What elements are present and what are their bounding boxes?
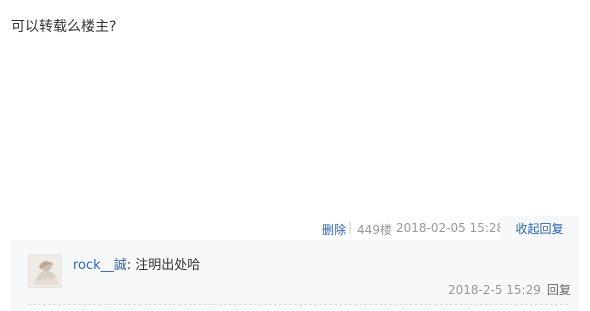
user-avatar-icon[interactable] [28,254,62,288]
post-time: 2018-02-05 15:28 [396,221,505,235]
floor-number: 449楼 [357,223,392,237]
collapse-reply-button[interactable]: 收起回复 [500,216,579,242]
tail-separator: | [348,220,353,234]
reply-time: 2018-2-5 15:29 [448,283,541,297]
delete-link[interactable]: 删除 [322,221,346,238]
reply-item: rock__誠: 注明出处哈 2018-2-5 15:29 回复 [28,254,579,311]
reply-meta: 2018-2-5 15:29 回复 [448,281,571,298]
reply-colon: : [126,258,136,273]
post-content: 可以转载么楼主? [11,19,117,35]
reply-text: rock__誠: 注明出处哈 [73,257,200,275]
avatar-image [29,255,61,287]
post-floor: 可以转载么楼主? 删除 | 449楼 2018-02-05 15:28 收起回复… [0,0,590,311]
reply-divider [28,304,568,305]
reply-panel: rock__誠: 注明出处哈 2018-2-5 15:29 回复 [11,240,579,311]
reply-button[interactable]: 回复 [547,283,571,297]
reply-content: 注明出处哈 [135,258,201,273]
post-tail: 删除 | 449楼 2018-02-05 15:28 收起回复 [0,216,590,242]
reply-username[interactable]: rock__誠 [73,258,127,273]
